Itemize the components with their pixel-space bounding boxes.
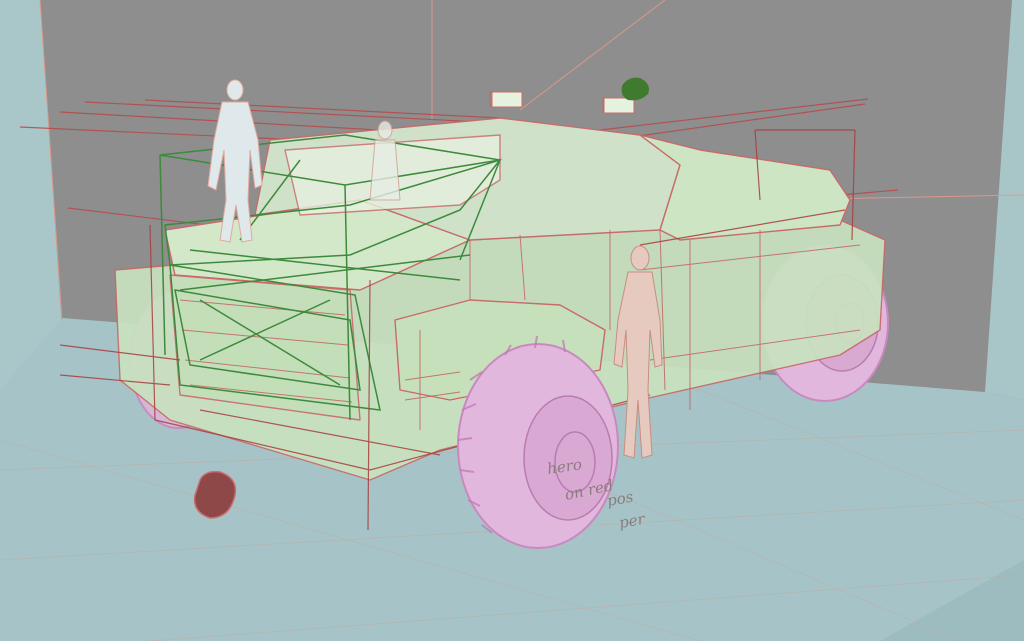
viewport-scene: hero on red pos per <box>0 0 1024 641</box>
